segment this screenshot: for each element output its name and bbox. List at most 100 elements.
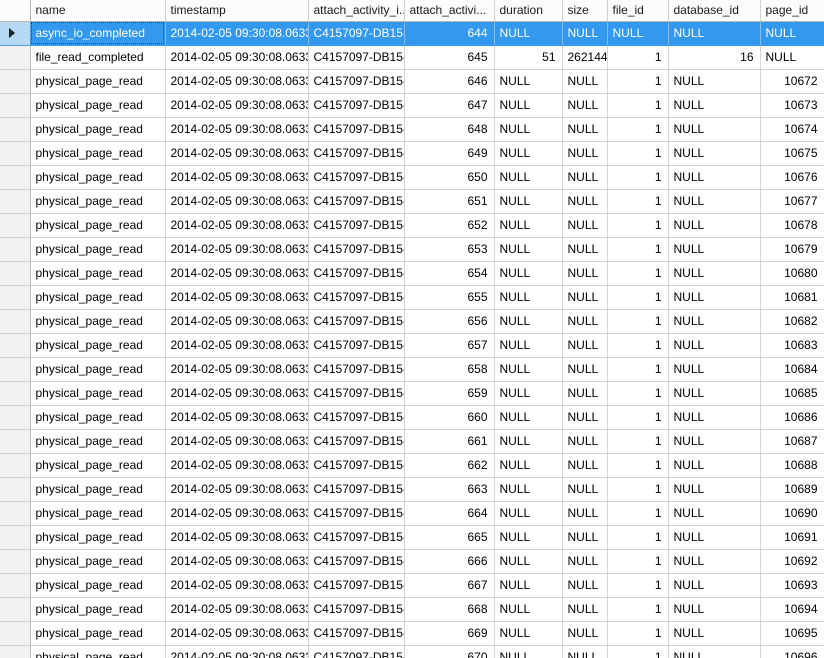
cell-attach-activity-id[interactable]: C4157097-DB15-... [308,597,405,622]
cell-timestamp[interactable]: 2014-02-05 09:30:08.0633885 [165,213,309,238]
cell-size[interactable]: NULL [562,597,608,622]
cell-size[interactable]: NULL [562,93,608,118]
cell-file-id[interactable]: 1 [607,45,669,70]
column-header-duration[interactable]: duration [494,0,563,22]
cell-attach-activity-seq[interactable]: 666 [404,549,495,574]
cell-page-id[interactable]: 10679 [760,237,824,262]
cell-size[interactable]: NULL [562,21,608,46]
cell-duration[interactable]: NULL [494,237,563,262]
table-row[interactable]: physical_page_read 2014-02-05 09:30:08.06… [0,477,824,502]
cell-attach-activity-id[interactable]: C4157097-DB15-... [308,165,405,190]
cell-file-id[interactable]: 1 [607,597,669,622]
table-row[interactable]: physical_page_read 2014-02-05 09:30:08.06… [0,549,824,574]
table-row[interactable]: physical_page_read 2014-02-05 09:30:08.06… [0,381,824,406]
cell-database-id[interactable]: NULL [668,285,761,310]
cell-attach-activity-seq[interactable]: 664 [404,501,495,526]
table-row[interactable]: physical_page_read 2014-02-05 09:30:08.06… [0,333,824,358]
cell-attach-activity-seq[interactable]: 656 [404,309,495,334]
cell-file-id[interactable]: 1 [607,93,669,118]
cell-page-id[interactable]: 10684 [760,357,824,382]
column-header-file-id[interactable]: file_id [607,0,669,22]
cell-size[interactable]: NULL [562,645,608,658]
cell-attach-activity-seq[interactable]: 655 [404,285,495,310]
cell-attach-activity-seq[interactable]: 670 [404,645,495,658]
cell-attach-activity-id[interactable]: C4157097-DB15-... [308,453,405,478]
cell-attach-activity-id[interactable]: C4157097-DB15-... [308,285,405,310]
cell-attach-activity-id[interactable]: C4157097-DB15-... [308,477,405,502]
cell-name[interactable]: physical_page_read [30,165,166,190]
cell-database-id[interactable]: NULL [668,621,761,646]
cell-name[interactable]: physical_page_read [30,477,166,502]
cell-duration[interactable]: NULL [494,597,563,622]
table-row[interactable]: physical_page_read 2014-02-05 09:30:08.06… [0,597,824,622]
cell-page-id[interactable]: NULL [760,45,824,70]
cell-size[interactable]: NULL [562,525,608,550]
row-selector[interactable] [0,573,31,598]
cell-attach-activity-seq[interactable]: 659 [404,381,495,406]
cell-attach-activity-seq[interactable]: 660 [404,405,495,430]
row-selector[interactable] [0,405,31,430]
column-header-database-id[interactable]: database_id [668,0,761,22]
table-row[interactable]: physical_page_read 2014-02-05 09:30:08.06… [0,645,824,658]
cell-database-id[interactable]: NULL [668,237,761,262]
cell-file-id[interactable]: 1 [607,405,669,430]
cell-size[interactable]: NULL [562,429,608,454]
cell-duration[interactable]: NULL [494,501,563,526]
cell-database-id[interactable]: NULL [668,141,761,166]
cell-size[interactable]: NULL [562,477,608,502]
cell-database-id[interactable]: NULL [668,549,761,574]
cell-database-id[interactable]: NULL [668,117,761,142]
cell-name[interactable]: physical_page_read [30,285,166,310]
cell-file-id[interactable]: 1 [607,477,669,502]
cell-page-id[interactable]: 10687 [760,429,824,454]
cell-timestamp[interactable]: 2014-02-05 09:30:08.0633885 [165,285,309,310]
cell-name[interactable]: async_io_completed [30,21,166,46]
cell-file-id[interactable]: 1 [607,525,669,550]
cell-name[interactable]: physical_page_read [30,357,166,382]
cell-size[interactable]: NULL [562,69,608,94]
cell-size[interactable]: NULL [562,189,608,214]
cell-file-id[interactable]: 1 [607,237,669,262]
cell-duration[interactable]: NULL [494,285,563,310]
cell-name[interactable]: physical_page_read [30,333,166,358]
cell-size[interactable]: NULL [562,213,608,238]
cell-database-id[interactable]: NULL [668,189,761,214]
cell-attach-activity-id[interactable]: C4157097-DB15-... [308,309,405,334]
cell-duration[interactable]: NULL [494,621,563,646]
cell-page-id[interactable]: NULL [760,21,824,46]
table-row[interactable]: physical_page_read 2014-02-05 09:30:08.06… [0,237,824,262]
cell-page-id[interactable]: 10672 [760,69,824,94]
cell-name[interactable]: physical_page_read [30,525,166,550]
cell-attach-activity-seq[interactable]: 654 [404,261,495,286]
cell-size[interactable]: NULL [562,573,608,598]
column-header-attach-activity-seq[interactable]: attach_activi... [404,0,495,22]
table-row[interactable]: physical_page_read 2014-02-05 09:30:08.06… [0,69,824,94]
cell-timestamp[interactable]: 2014-02-05 09:30:08.0633885 [165,45,309,70]
table-row[interactable]: physical_page_read 2014-02-05 09:30:08.06… [0,141,824,166]
cell-timestamp[interactable]: 2014-02-05 09:30:08.0633885 [165,189,309,214]
cell-duration[interactable]: NULL [494,309,563,334]
cell-duration[interactable]: NULL [494,549,563,574]
cell-name[interactable]: physical_page_read [30,141,166,166]
cell-file-id[interactable]: 1 [607,141,669,166]
cell-attach-activity-id[interactable]: C4157097-DB15-... [308,45,405,70]
cell-timestamp[interactable]: 2014-02-05 09:30:08.0633885 [165,429,309,454]
row-selector[interactable] [0,453,31,478]
cell-file-id[interactable]: 1 [607,165,669,190]
cell-attach-activity-seq[interactable]: 662 [404,453,495,478]
cell-timestamp[interactable]: 2014-02-05 09:30:08.0633885 [165,501,309,526]
cell-attach-activity-seq[interactable]: 669 [404,621,495,646]
cell-attach-activity-id[interactable]: C4157097-DB15-... [308,69,405,94]
cell-duration[interactable]: NULL [494,141,563,166]
table-row[interactable]: physical_page_read 2014-02-05 09:30:08.06… [0,309,824,334]
cell-attach-activity-seq[interactable]: 667 [404,573,495,598]
row-selector[interactable] [0,69,31,94]
cell-timestamp[interactable]: 2014-02-05 09:30:08.0633885 [165,357,309,382]
row-selector[interactable] [0,525,31,550]
cell-file-id[interactable]: 1 [607,309,669,334]
row-selector[interactable] [0,261,31,286]
cell-duration[interactable]: NULL [494,69,563,94]
cell-size[interactable]: NULL [562,357,608,382]
cell-page-id[interactable]: 10689 [760,477,824,502]
cell-size[interactable]: NULL [562,261,608,286]
